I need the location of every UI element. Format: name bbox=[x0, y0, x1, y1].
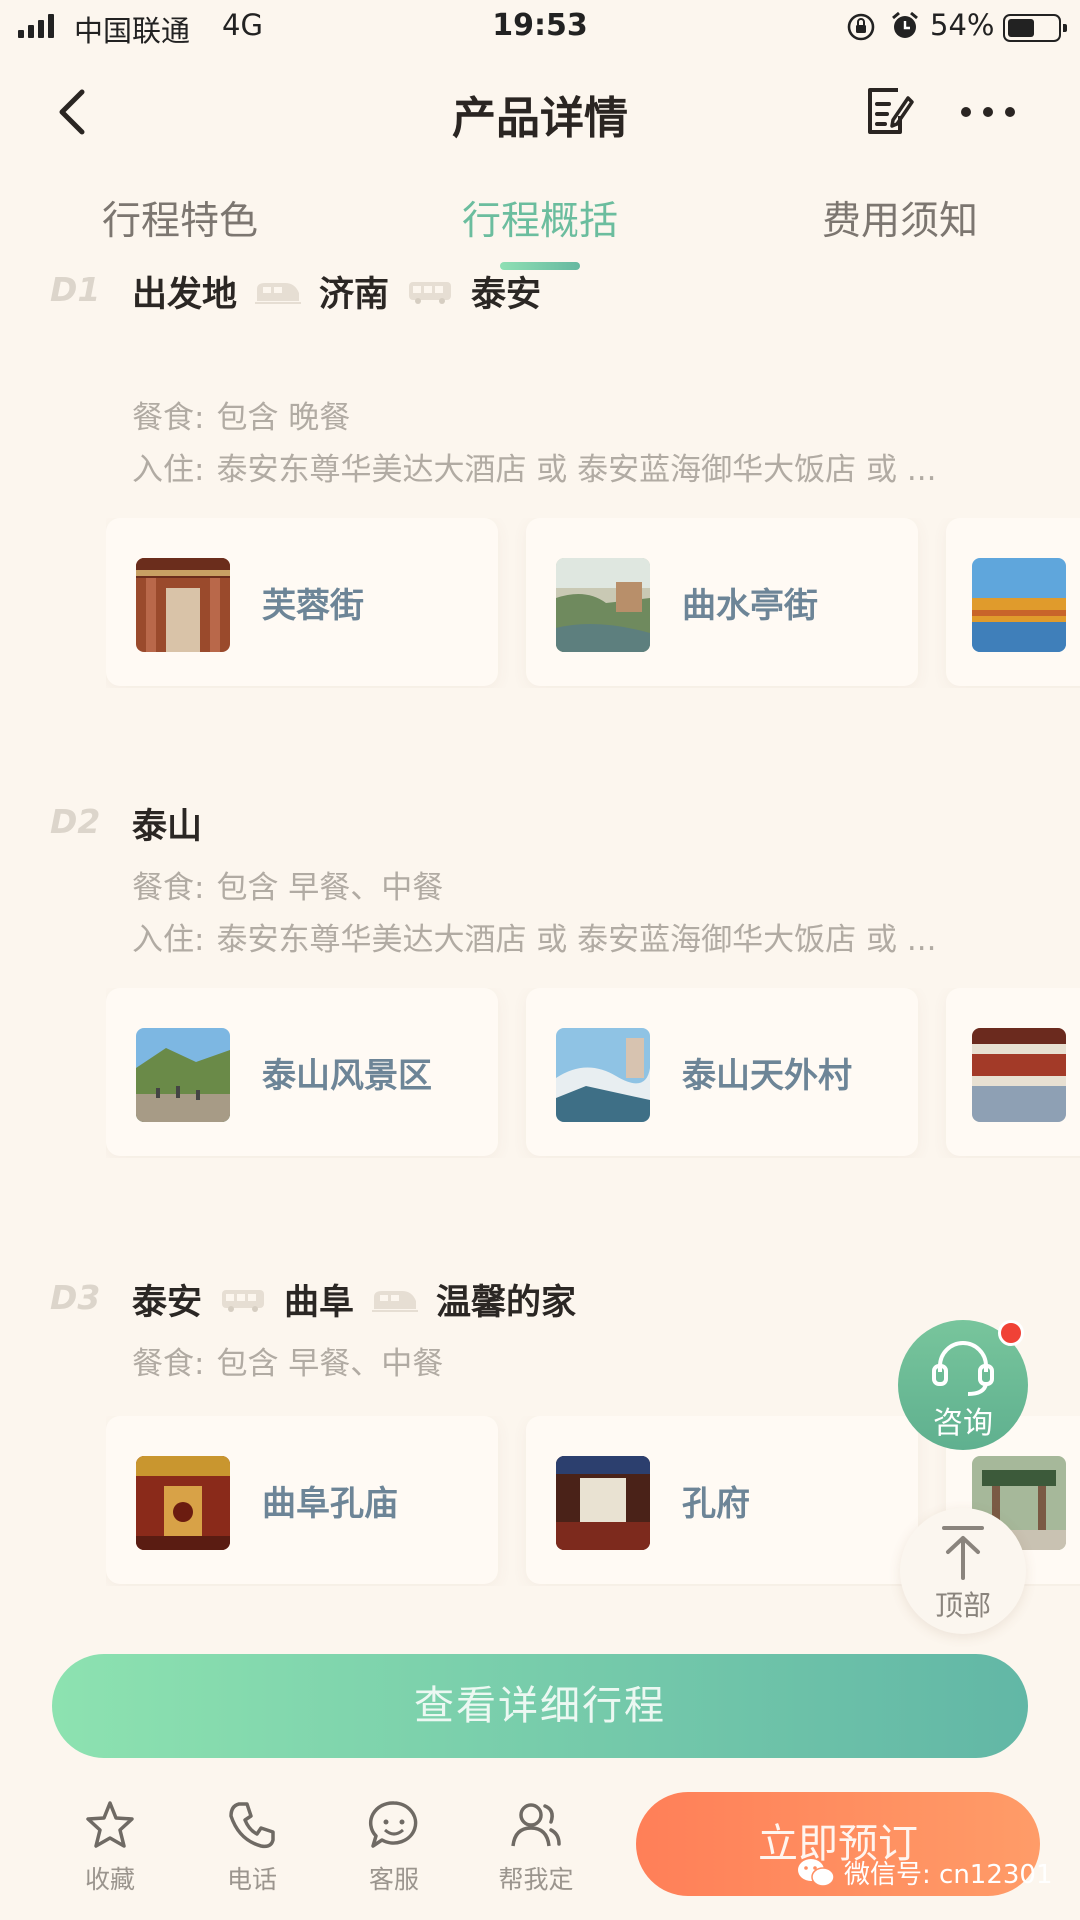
attraction-card[interactable]: 曲阜孔庙 bbox=[106, 1416, 498, 1584]
arrow-up-icon bbox=[942, 1526, 984, 1580]
route-stop: 泰安 bbox=[471, 275, 542, 315]
attraction-card[interactable]: 曲水亭街 bbox=[526, 518, 918, 686]
meal-value: 包含 早餐、中餐 bbox=[216, 870, 444, 906]
battery-icon bbox=[1003, 14, 1067, 42]
route-stop: 济南 bbox=[319, 275, 390, 315]
attraction-photo bbox=[556, 1456, 650, 1550]
attraction-name: 芙蓉街 bbox=[262, 586, 364, 626]
attraction-card[interactable]: 孔府 bbox=[526, 1416, 918, 1584]
attraction-photo bbox=[556, 1028, 650, 1122]
favorite-label: 收藏 bbox=[84, 1865, 135, 1894]
tab-itinerary-features[interactable]: 行程特色 bbox=[40, 190, 320, 246]
meal-info: 餐食: 包含 早餐、中餐 bbox=[132, 862, 443, 907]
edit-icon[interactable] bbox=[862, 82, 914, 138]
attraction-name: 曲阜孔庙 bbox=[262, 1484, 398, 1524]
attraction-photo bbox=[556, 558, 650, 652]
phone-icon bbox=[229, 1802, 275, 1849]
headset-icon bbox=[932, 1341, 994, 1396]
notification-dot bbox=[998, 1320, 1024, 1346]
tab-itinerary-summary[interactable]: 行程概括 bbox=[400, 190, 680, 246]
day-route: 泰安 曲阜 温馨的家 bbox=[132, 1274, 576, 1325]
attraction-photo bbox=[136, 558, 230, 652]
meal-value: 包含 晚餐 bbox=[216, 400, 351, 436]
attraction-name: 泰山风景区 bbox=[262, 1056, 432, 1096]
route-stop: 温馨的家 bbox=[436, 1283, 577, 1323]
attraction-card[interactable] bbox=[946, 988, 1080, 1156]
bus-icon bbox=[220, 1287, 266, 1313]
bus-icon bbox=[407, 279, 453, 305]
day-badge: D2 bbox=[50, 802, 101, 841]
phone-button[interactable]: 电话 bbox=[192, 1788, 312, 1896]
consult-button[interactable]: 咨询 bbox=[898, 1320, 1028, 1450]
wechat-logo-icon bbox=[798, 1858, 835, 1887]
meal-info: 餐食: 包含 早餐、中餐 bbox=[132, 1338, 443, 1383]
day-route: 出发地 济南 泰安 bbox=[132, 266, 541, 317]
more-icon[interactable] bbox=[958, 104, 1018, 120]
users-icon bbox=[511, 1803, 561, 1847]
back-to-top-label: 顶部 bbox=[934, 1589, 991, 1622]
attraction-card[interactable]: 泰山风景区 bbox=[106, 988, 498, 1156]
stay-label: 入住: bbox=[132, 452, 205, 488]
attraction-photo bbox=[136, 1456, 230, 1550]
orientation-lock-icon bbox=[847, 13, 875, 41]
route-stop: 泰山 bbox=[132, 807, 203, 847]
watermark-text: 微信号: cn12301 bbox=[844, 1860, 1053, 1890]
tab-fee-notes[interactable]: 费用须知 bbox=[760, 190, 1040, 246]
day-badge: D3 bbox=[50, 1278, 101, 1317]
alarm-icon bbox=[892, 11, 918, 38]
consult-label: 咨询 bbox=[933, 1406, 993, 1441]
day-route: 泰山 bbox=[132, 798, 202, 849]
attraction-card[interactable] bbox=[946, 518, 1080, 686]
chat-smile-icon bbox=[368, 1801, 418, 1848]
meal-info: 餐食: 包含 晚餐 bbox=[132, 392, 350, 437]
route-stop: 泰安 bbox=[132, 1283, 203, 1323]
train-icon bbox=[372, 1287, 418, 1313]
stay-value: 泰安东尊华美达大酒店 或 泰安蓝海御华大饭店 或 ... bbox=[216, 922, 937, 958]
help-me-book-button[interactable]: 帮我定 bbox=[476, 1788, 596, 1896]
meal-label: 餐食: bbox=[132, 400, 205, 436]
attraction-photo bbox=[136, 1028, 230, 1122]
train-icon bbox=[255, 279, 301, 305]
route-stop: 曲阜 bbox=[284, 1283, 355, 1323]
back-to-top-button[interactable]: 顶部 bbox=[900, 1508, 1026, 1634]
help-me-book-label: 帮我定 bbox=[498, 1865, 574, 1894]
star-icon bbox=[86, 1801, 134, 1848]
attraction-photo bbox=[972, 1028, 1066, 1122]
phone-label: 电话 bbox=[226, 1865, 277, 1894]
status-bar: 中国联通 4G 19:53 54% bbox=[0, 0, 1080, 56]
favorite-button[interactable]: 收藏 bbox=[50, 1788, 170, 1896]
attraction-carousel[interactable]: 芙蓉街 曲水亭街 bbox=[106, 518, 1080, 688]
meal-label: 餐食: bbox=[132, 1346, 205, 1382]
attraction-photo bbox=[972, 558, 1066, 652]
attraction-card[interactable]: 泰山天外村 bbox=[526, 988, 918, 1156]
customer-service-button[interactable]: 客服 bbox=[334, 1788, 454, 1896]
battery-percent: 54% bbox=[930, 8, 995, 42]
attraction-name: 曲水亭街 bbox=[682, 586, 818, 626]
stay-label: 入住: bbox=[132, 922, 205, 958]
meal-label: 餐食: bbox=[132, 870, 205, 906]
stay-info: 入住: 泰安东尊华美达大酒店 或 泰安蓝海御华大饭店 或 ... bbox=[132, 444, 936, 489]
attraction-name: 孔府 bbox=[682, 1484, 750, 1524]
wechat-watermark: 微信号: cn12301 bbox=[796, 1854, 1053, 1891]
day-badge: D1 bbox=[50, 270, 101, 309]
stay-info: 入住: 泰安东尊华美达大酒店 或 泰安蓝海御华大饭店 或 ... bbox=[132, 914, 936, 959]
view-detailed-itinerary-button[interactable]: 查看详细行程 bbox=[52, 1654, 1028, 1758]
route-stop: 出发地 bbox=[132, 275, 238, 315]
meal-value: 包含 早餐、中餐 bbox=[216, 1346, 444, 1382]
page-title: 产品详情 bbox=[452, 93, 628, 144]
attraction-carousel[interactable]: 泰山风景区 泰山天外村 bbox=[106, 988, 1080, 1158]
attraction-name: 泰山天外村 bbox=[682, 1056, 852, 1096]
attraction-card[interactable]: 芙蓉街 bbox=[106, 518, 498, 686]
stay-value: 泰安东尊华美达大酒店 或 泰安蓝海御华大饭店 或 ... bbox=[216, 452, 937, 488]
customer-service-label: 客服 bbox=[368, 1865, 419, 1894]
